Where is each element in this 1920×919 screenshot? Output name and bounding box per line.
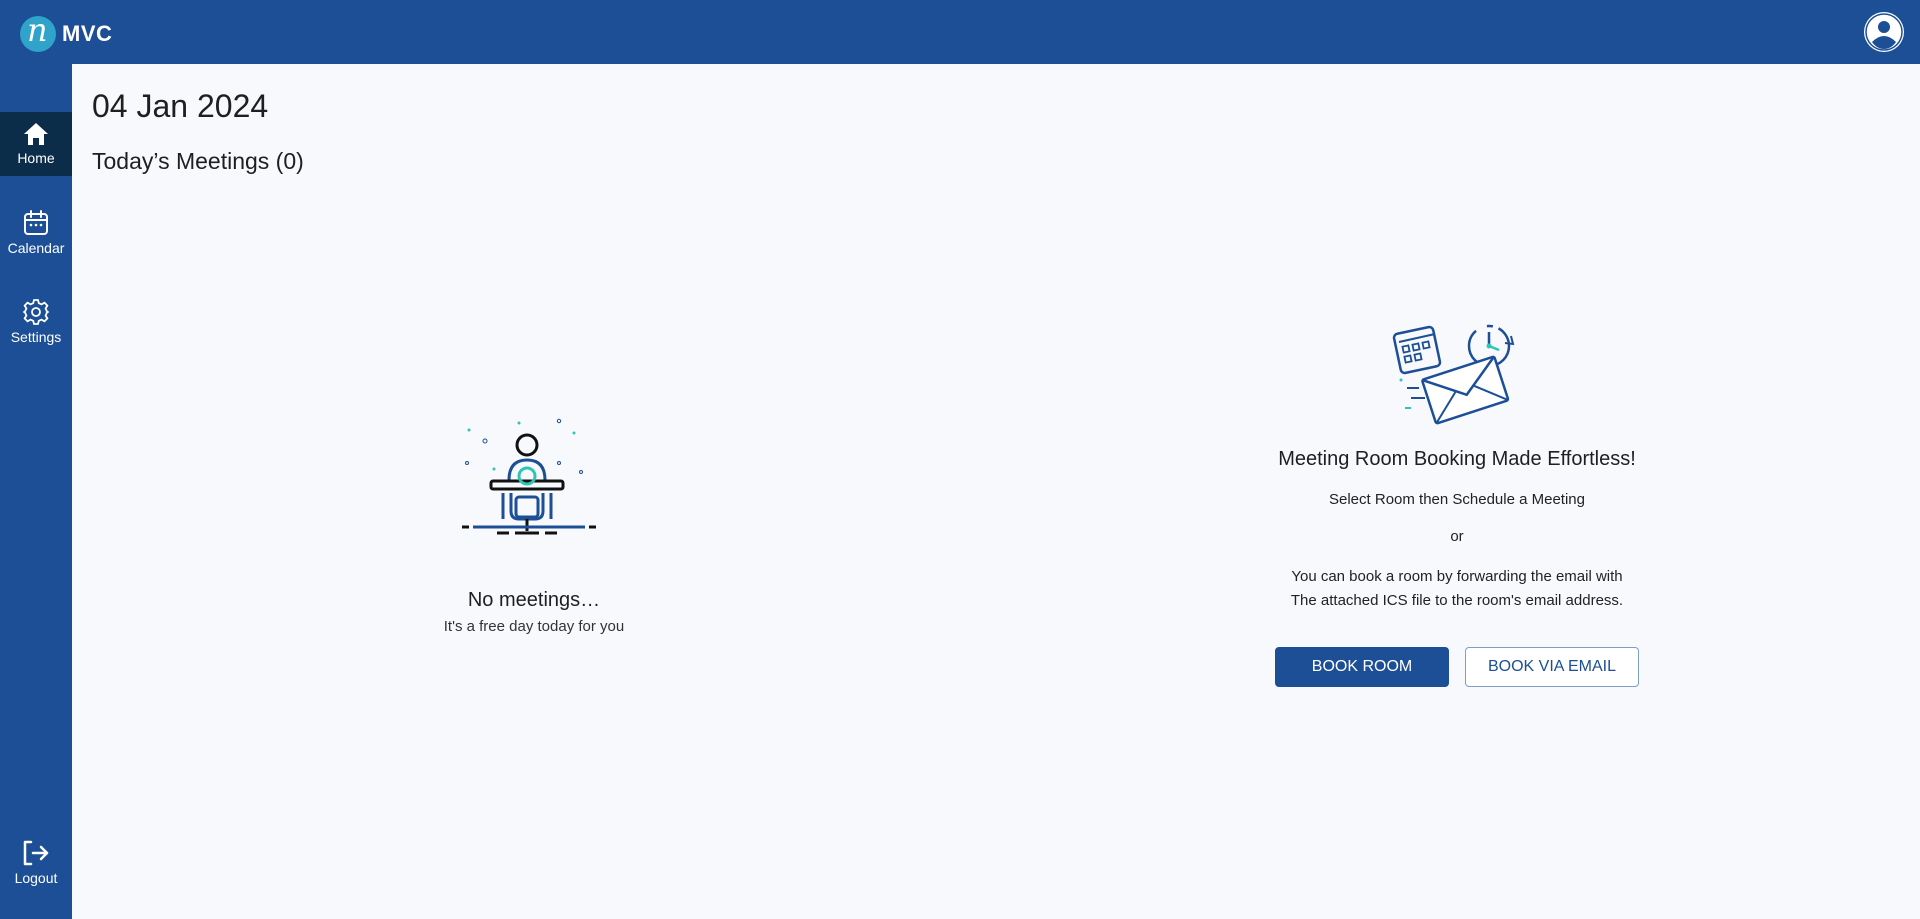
todays-meetings-title: Today’s Meetings (0) [92,148,304,174]
logout-label: Logout [14,870,58,886]
no-meetings-panel: No meetings… It's a free day today for y… [420,415,648,635]
top-bar: n MVC [0,0,1920,64]
home-icon [24,123,48,145]
sidebar: Home Calendar Settings Logout [0,64,72,919]
sidebar-item-label: Calendar [7,240,65,256]
sidebar-item-settings[interactable]: Settings [0,290,72,354]
booking-title: Meeting Room Booking Made Effortless! [1278,448,1636,470]
email-booking-illustration [1392,324,1515,425]
sidebar-item-calendar[interactable]: Calendar [0,201,72,265]
logo-badge: n [20,16,56,52]
logo-text: MVC [62,21,113,46]
booking-actions: BOOK ROOM BOOK VIA EMAIL [1237,647,1677,687]
logout-icon [23,840,49,866]
person-at-desk-illustration [462,418,596,535]
user-icon [1865,13,1903,51]
book-via-email-button[interactable]: BOOK VIA EMAIL [1465,647,1639,687]
booking-description: You can book a room by forwarding the em… [1237,565,1677,613]
booking-panel: Meeting Room Booking Made Effortless! Se… [1237,318,1677,687]
sidebar-item-home[interactable]: Home [0,112,72,176]
gear-icon [23,299,49,325]
logout-button[interactable]: Logout [0,831,72,895]
sidebar-item-label: Settings [10,329,62,345]
calendar-icon [24,210,48,235]
booking-description-line: The attached ICS file to the room's emai… [1290,592,1624,609]
logo-letter: n [27,16,48,49]
sidebar-item-label: Home [17,150,55,166]
book-room-button[interactable]: BOOK ROOM [1275,647,1449,687]
no-meetings-subtitle: It's a free day today for you [443,618,625,635]
app-logo[interactable]: n MVC [20,15,112,53]
current-date: 04 Jan 2024 [92,88,269,124]
booking-description-line: You can book a room by forwarding the em… [1291,568,1623,585]
booking-or-separator: or [1450,528,1464,545]
booking-instruction: Select Room then Schedule a Meeting [1329,491,1585,508]
user-avatar-button[interactable] [1864,12,1904,52]
no-meetings-title: No meetings… [467,589,601,611]
